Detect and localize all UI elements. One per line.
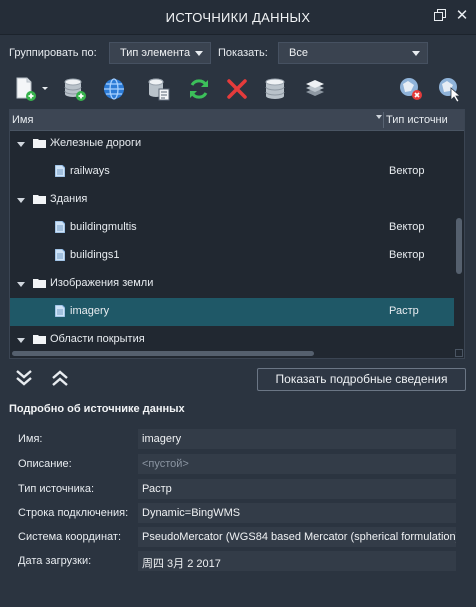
file-icon — [55, 165, 65, 177]
delete-icon[interactable] — [224, 76, 250, 102]
detail-row-description: Описание: <пустой> — [18, 454, 458, 474]
toolbar — [0, 72, 476, 106]
tree-item-row[interactable]: railways Вектор — [10, 158, 454, 186]
detail-label: Строка подключения: — [18, 507, 129, 519]
detail-label: Дата загрузки: — [18, 555, 92, 567]
grouping-bar: Группировать по: Тип элемента Показать: … — [0, 40, 476, 66]
vertical-scrollbar[interactable] — [455, 130, 463, 358]
column-header-type[interactable]: Тип источни — [386, 114, 448, 126]
title-bar: ИСТОЧНИКИ ДАННЫХ ✕ — [0, 0, 476, 35]
tree-group-row[interactable]: Железные дороги — [10, 130, 454, 158]
group-name: Здания — [50, 193, 88, 205]
remove-filter-icon[interactable] — [398, 76, 424, 102]
tree-group-row[interactable]: Изображения земли — [10, 270, 454, 298]
collapse-all-icon[interactable] — [50, 368, 70, 388]
show-label: Показать: — [218, 47, 268, 59]
detail-value: imagery — [142, 433, 182, 445]
panel-title: ИСТОЧНИКИ ДАННЫХ — [165, 10, 311, 25]
detail-value: Dynamic=BingWMS — [142, 507, 241, 519]
folder-icon — [33, 335, 46, 344]
show-select[interactable]: Все — [278, 42, 428, 64]
detail-row-connection-string: Строка подключения: Dynamic=BingWMS — [18, 503, 458, 523]
source-name: buildings1 — [70, 249, 120, 261]
pick-source-icon[interactable] — [437, 76, 463, 103]
group-name: Изображения земли — [50, 277, 154, 289]
file-icon — [55, 305, 65, 317]
detail-value: Растр — [142, 483, 172, 495]
detail-label: Описание: — [18, 458, 72, 470]
detail-value-field[interactable]: Растр — [138, 479, 456, 499]
tree-item-row[interactable]: buildings1 Вектор — [10, 242, 454, 270]
tree-item-row[interactable]: buildingmultis Вектор — [10, 214, 454, 242]
horizontal-scrollbar[interactable] — [10, 349, 454, 358]
data-source-tree[interactable]: Имя Тип источни Железные дороги railways… — [9, 109, 465, 359]
column-divider[interactable] — [383, 112, 384, 128]
show-details-button[interactable]: Показать подробные сведения — [257, 368, 466, 391]
folder-icon — [33, 139, 46, 148]
tree-header: Имя Тип источни — [10, 110, 464, 131]
expand-arrow-icon[interactable] — [17, 198, 25, 203]
detail-value: <пустой> — [142, 458, 189, 470]
folder-icon — [33, 195, 46, 204]
detail-row-source-type: Тип источника: Растр — [18, 479, 458, 499]
detail-label: Тип источника: — [18, 483, 95, 495]
file-icon — [55, 249, 65, 261]
expand-all-icon[interactable] — [14, 368, 34, 388]
expand-arrow-icon[interactable] — [17, 338, 25, 343]
detail-row-name: Имя: imagery — [18, 429, 458, 449]
scroll-corner — [455, 349, 463, 357]
detail-row-load-date: Дата загрузки: 周四 3月 2 2017 — [18, 551, 458, 571]
detail-value-field[interactable]: imagery — [138, 429, 456, 449]
expand-arrow-icon[interactable] — [17, 142, 25, 147]
detail-value: PseudoMercator (WGS84 based Mercator (sp… — [142, 531, 456, 543]
chevron-down-icon — [195, 51, 203, 56]
refresh-icon[interactable] — [186, 76, 212, 102]
new-data-source-icon[interactable] — [14, 76, 48, 102]
column-header-name[interactable]: Имя — [12, 114, 33, 126]
details-title: Подробно об источнике данных — [9, 403, 185, 415]
source-type: Вектор — [389, 221, 425, 233]
database-properties-icon[interactable] — [146, 76, 172, 102]
source-name: railways — [70, 165, 110, 177]
scroll-thumb[interactable] — [456, 218, 462, 274]
tree-item-row-selected[interactable]: imagery Растр — [10, 298, 454, 326]
chevron-down-icon — [412, 51, 420, 56]
scroll-thumb[interactable] — [12, 351, 314, 356]
detail-row-coordinate-system: Система координат: PseudoMercator (WGS84… — [18, 527, 458, 547]
undock-icon[interactable] — [433, 9, 447, 23]
detail-label: Система координат: — [18, 531, 122, 543]
group-by-select[interactable]: Тип элемента — [109, 42, 211, 64]
detail-label: Имя: — [18, 433, 43, 445]
expand-arrow-icon[interactable] — [17, 282, 25, 287]
folder-icon — [33, 279, 46, 288]
source-type: Вектор — [389, 249, 425, 261]
detail-value-field[interactable]: 周四 3月 2 2017 — [138, 551, 456, 571]
source-name: buildingmultis — [70, 221, 137, 233]
source-type: Растр — [389, 305, 419, 317]
detail-value: 周四 3月 2 2017 — [142, 558, 221, 570]
source-type: Вектор — [389, 165, 425, 177]
tree-group-row[interactable]: Здания — [10, 186, 454, 214]
group-name: Области покрытия — [50, 333, 145, 345]
layers-icon[interactable] — [302, 76, 328, 102]
group-by-label: Группировать по: — [9, 47, 97, 59]
web-source-icon[interactable] — [102, 76, 128, 102]
file-icon — [55, 221, 65, 233]
detail-value-field[interactable]: Dynamic=BingWMS — [138, 503, 456, 523]
detail-value-field[interactable]: <пустой> — [138, 454, 456, 474]
close-icon[interactable]: ✕ — [455, 8, 469, 23]
source-name: imagery — [70, 305, 110, 317]
database-icon[interactable] — [262, 76, 288, 102]
add-database-icon[interactable] — [62, 76, 88, 102]
sort-arrow-icon — [376, 115, 382, 119]
group-by-value: Тип элемента — [120, 47, 191, 59]
detail-value-field[interactable]: PseudoMercator (WGS84 based Mercator (sp… — [138, 527, 456, 547]
show-value: Все — [289, 47, 308, 59]
group-name: Железные дороги — [50, 137, 142, 149]
